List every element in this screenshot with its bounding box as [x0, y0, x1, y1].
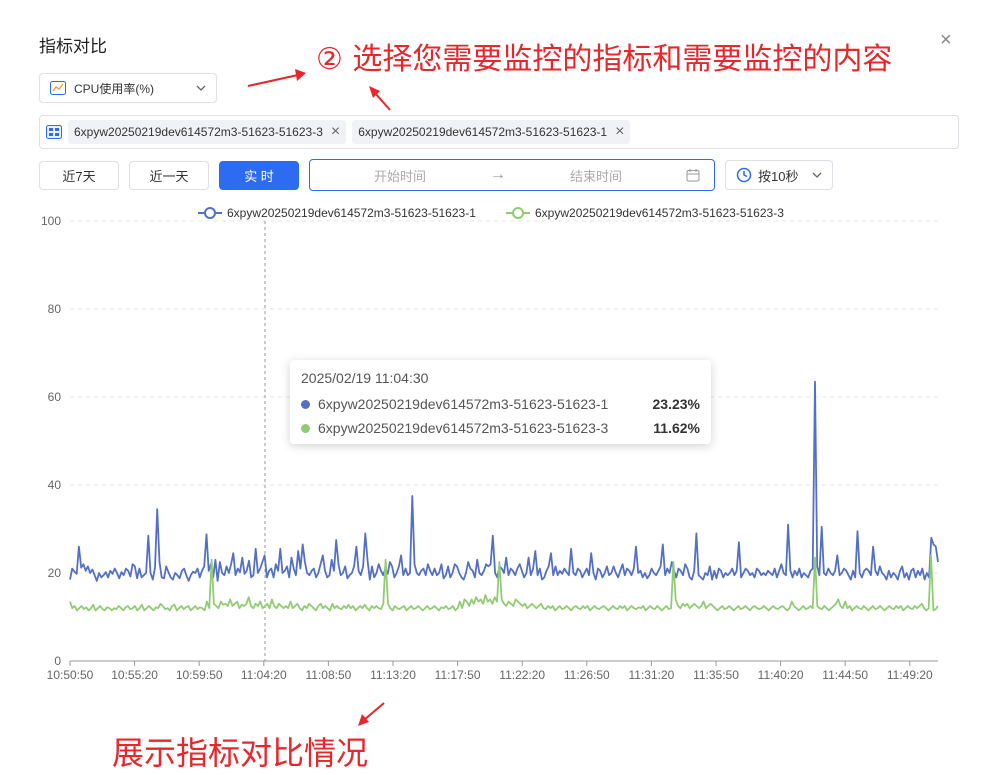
calendar-icon: [686, 169, 700, 182]
series-dot: [301, 423, 310, 433]
realtime-button[interactable]: 实 时: [219, 161, 299, 190]
metric-select-value: CPU使用率(%): [74, 81, 154, 96]
x-tick-label: 11:04:20: [241, 668, 287, 682]
series-line: [69, 554, 939, 612]
interval-select[interactable]: 按10秒: [725, 160, 833, 190]
y-tick-label: 100: [41, 214, 61, 228]
dialog-title: 指标对比: [39, 37, 107, 56]
chevron-down-icon: [812, 172, 822, 178]
series-dot: [301, 399, 310, 409]
annotation-bottom: 展示指标对比情况: [112, 734, 369, 772]
tooltip-series-value: 11.62%: [653, 420, 700, 436]
x-tick-label: 11:44:50: [822, 668, 868, 682]
x-tick-label: 10:50:50: [47, 668, 94, 682]
chevron-down-icon: [196, 85, 206, 91]
tooltip-row: 6xpyw20250219dev614572m3-51623-51623-1 2…: [301, 392, 700, 416]
server-grid-icon: [46, 125, 62, 139]
instance-tag: 6xpyw20250219dev614572m3-51623-51623-3 ×: [68, 120, 347, 144]
tooltip-time: 2025/02/19 11:04:30: [301, 370, 429, 386]
range-separator: →: [490, 166, 506, 183]
metric-line-chart: 0 20 40 60 80 100 10:50:50 10:55:20 10:59:50 11:0…: [41, 206, 939, 682]
legend-label: 6xpyw20250219dev614572m3-51623-51623-1: [227, 206, 476, 220]
x-tick-label: 10:55:20: [111, 668, 158, 682]
x-tick-label: 11:08:50: [305, 668, 351, 682]
tooltip-row: 6xpyw20250219dev614572m3-51623-51623-3 1…: [301, 416, 700, 440]
x-tick-label: 11:22:20: [499, 668, 545, 682]
chart-tooltip: 2025/02/19 11:04:30 6xpyw20250219dev6145…: [290, 360, 711, 444]
annotation-arrow-bottom: [358, 702, 385, 726]
date-range-picker[interactable]: 开始时间 → 结束时间: [309, 159, 715, 191]
tooltip-series-value: 23.23%: [652, 396, 700, 412]
annotation-top: ② 选择您需要监控的指标和需要监控的内容: [316, 42, 893, 77]
x-tick-label: 11:40:20: [758, 668, 804, 682]
x-tick-label: 11:49:20: [887, 668, 933, 682]
metric-select[interactable]: CPU使用率(%): [39, 73, 217, 103]
range-1day-button[interactable]: 近一天: [129, 161, 209, 190]
tooltip-series-name: 6xpyw20250219dev614572m3-51623-51623-3: [318, 420, 609, 436]
interval-value: 按10秒: [758, 168, 799, 184]
legend-marker: [512, 207, 524, 219]
x-tick-label: 11:13:20: [370, 668, 416, 682]
x-tick-label: 11:26:50: [564, 668, 610, 682]
y-tick-label: 20: [48, 566, 62, 580]
y-tick-label: 80: [48, 302, 62, 316]
close-icon[interactable]: ×: [940, 30, 952, 50]
tag-close-icon[interactable]: ×: [331, 124, 340, 140]
annotation-arrows: [247, 69, 391, 111]
range-7days-button[interactable]: 近7天: [39, 161, 119, 190]
instance-tag-label: 6xpyw20250219dev614572m3-51623-51623-1: [358, 125, 608, 139]
legend-marker: [204, 207, 216, 219]
x-tick-label: 11:31:20: [628, 668, 674, 682]
tooltip-series-name: 6xpyw20250219dev614572m3-51623-51623-1: [318, 396, 609, 412]
legend-label: 6xpyw20250219dev614572m3-51623-51623-3: [535, 206, 784, 220]
x-tick-label: 10:59:50: [176, 668, 223, 682]
y-tick-label: 40: [48, 478, 62, 492]
start-time-input[interactable]: 开始时间: [310, 166, 490, 185]
y-tick-label: 0: [54, 654, 61, 668]
x-tick-label: 11:35:50: [693, 668, 739, 682]
instance-tag-label: 6xpyw20250219dev614572m3-51623-51623-3: [74, 125, 323, 139]
line-chart-icon: [50, 81, 66, 95]
instance-selector[interactable]: 6xpyw20250219dev614572m3-51623-51623-3 ×…: [39, 115, 959, 149]
tag-close-icon[interactable]: ×: [615, 124, 624, 140]
y-tick-label: 60: [48, 390, 62, 404]
instance-tag: 6xpyw20250219dev614572m3-51623-51623-1 ×: [352, 120, 631, 144]
end-time-input[interactable]: 结束时间: [506, 166, 686, 185]
clock-icon: [736, 167, 752, 183]
x-tick-label: 11:17:50: [435, 668, 481, 682]
